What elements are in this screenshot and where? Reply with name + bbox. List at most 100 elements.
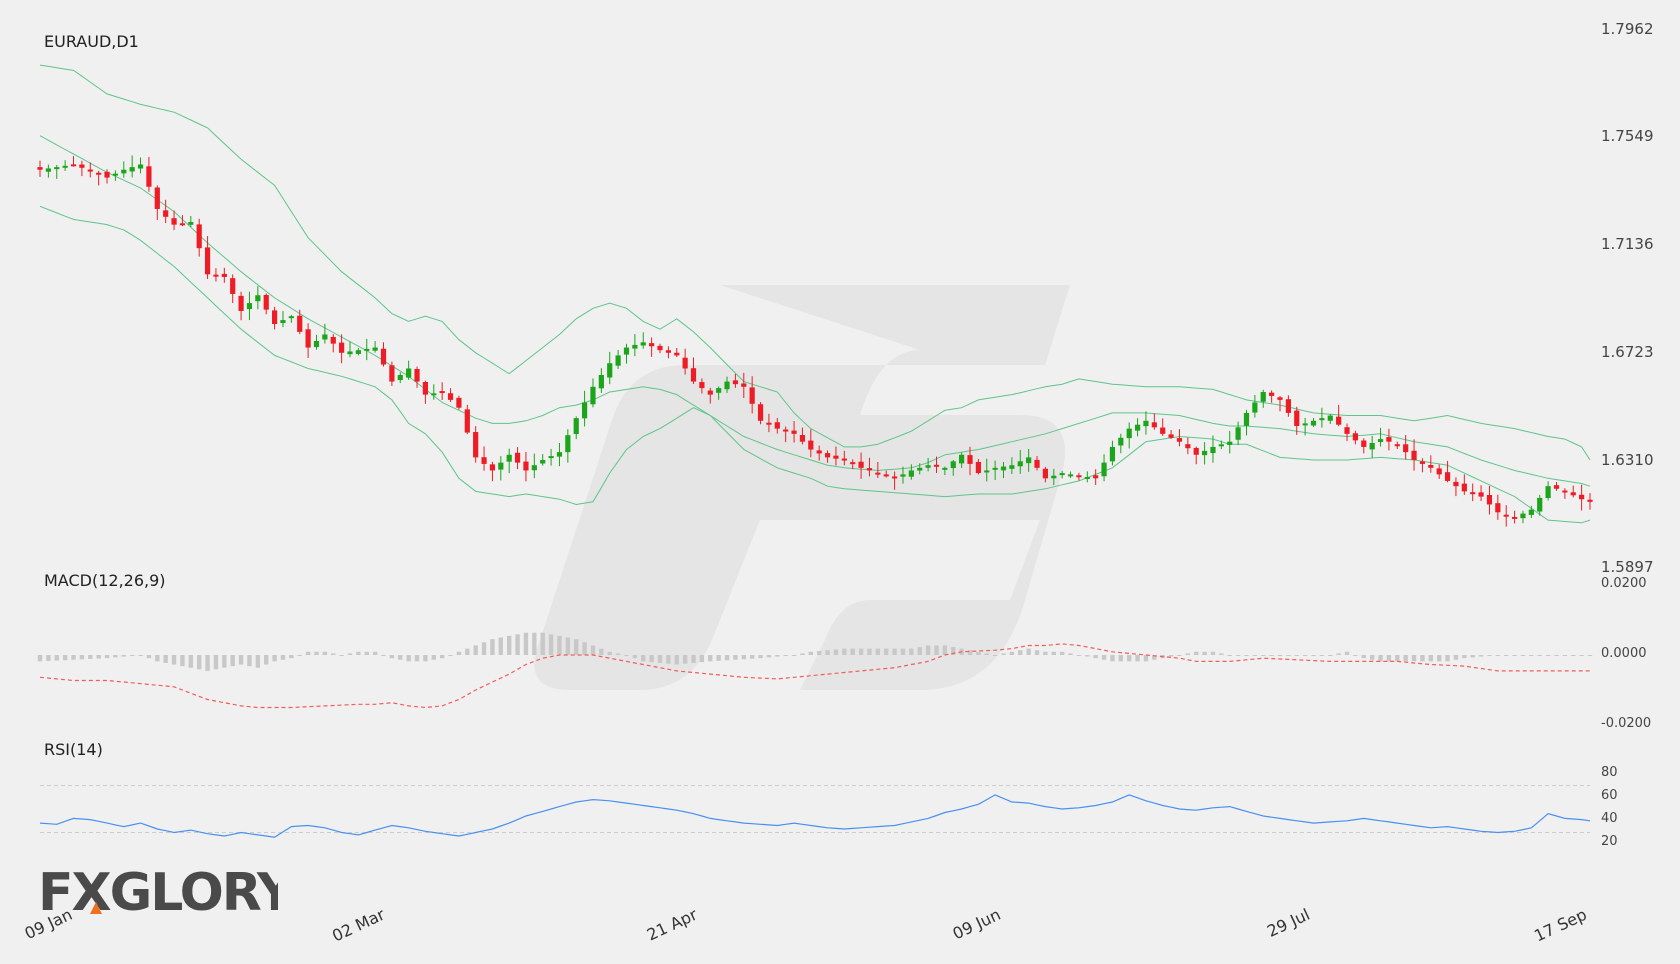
candle-body [121,169,127,174]
macd-histogram-bar [1537,655,1542,656]
candle-body [757,404,764,421]
candle-body [1067,474,1074,477]
macd-histogram-bar [1261,655,1266,656]
candle-body [1503,514,1509,517]
macd-histogram-bar [473,645,478,655]
candle-body [623,347,630,355]
candle-body [464,409,470,433]
candle-body [1553,485,1560,489]
svg-text:FXGLORY: FXGLORY [38,863,278,922]
macd-histogram-bar [984,653,989,655]
macd-histogram-bar [1579,655,1584,656]
macd-histogram-bar [1009,651,1015,655]
macd-histogram-bar [423,655,428,662]
candle-body [1227,441,1233,445]
candle-body [37,167,43,170]
candle-body [783,429,789,432]
macd-histogram-bar [976,651,981,655]
macd-histogram-bar [1336,653,1341,655]
macd-histogram-bar [1101,655,1107,660]
macd-histogram-bar [682,655,688,664]
candle-body [1185,444,1191,449]
macd-histogram-bar [1495,655,1501,656]
candle-body [1302,423,1308,426]
candle-body [607,363,613,378]
candle-body [824,453,831,458]
candle-body [883,474,889,477]
macd-histogram-bar [674,655,679,665]
candle-body [732,380,739,385]
main-chart-title: EURAUD,D1 [44,32,139,51]
macd-histogram-bar [666,655,671,664]
chart-root: EURAUD,D1 MACD(12,26,9) RSI(14) 1.7962 1… [0,0,1680,960]
macd-histogram-bar [1395,655,1400,662]
candle-body [79,164,85,168]
macd-histogram-bar [925,645,931,655]
macd-histogram-bar [1504,655,1509,656]
macd-histogram-bar [749,655,755,659]
macd-histogram-bar [1462,655,1467,659]
candle-body [749,387,755,404]
candle-body [1218,444,1224,447]
candle-body [1093,475,1099,479]
macd-histogram-bar [289,655,294,659]
candle-body [1034,459,1040,468]
candle-body [523,461,529,471]
fxglory-logo: FXGLORY [38,862,298,932]
macd-histogram-bar [1051,651,1056,655]
macd-histogram-bar [1210,651,1216,655]
candle-body [1528,509,1534,515]
watermark-shape [534,285,1070,690]
candle-body [1562,490,1568,493]
candle-body [1026,457,1032,464]
macd-histogram-bar [1068,653,1073,655]
macd-histogram-bar [146,655,152,659]
macd-histogram-bar [758,655,763,659]
macd-histogram-bar [322,651,328,655]
macd-histogram-bar [724,655,730,661]
macd-histogram-bar [1386,655,1392,662]
price-tick: 1.7136 [1601,235,1654,253]
macd-histogram-bar [1319,655,1325,656]
candle-body [481,457,487,464]
candle-body [590,386,596,405]
candle-body [1570,492,1576,496]
candle-body [1352,433,1359,441]
candle-body [1394,444,1400,447]
candle-body [163,210,169,217]
macd-histogram-bar [406,655,411,662]
macd-histogram-bar [1487,655,1492,656]
macd-histogram-bar [398,655,403,660]
macd-histogram-bar [314,651,319,655]
candle-body [1168,434,1174,438]
macd-histogram-bar [1118,655,1124,662]
candle-body [640,342,646,346]
candle-body [372,347,378,351]
candle-body [129,167,135,172]
macd-histogram-bar [615,653,621,655]
macd-histogram-bar [733,655,738,660]
macd-histogram-bar [816,651,822,655]
price-tick: 1.7962 [1601,20,1654,38]
macd-histogram-bar [1001,653,1006,655]
candle-body [816,450,822,454]
macd-histogram-bar [1328,655,1333,656]
candle-body [104,171,110,178]
macd-histogram-bar [1135,655,1140,662]
candle-body [866,468,873,471]
candle-body [699,382,705,389]
candle-body [54,167,60,170]
macd-histogram-bar [1529,655,1534,656]
macd-histogram-bar [389,655,395,659]
macd-histogram-bar [129,655,135,656]
candle-body [1579,494,1585,500]
candle-body [1444,472,1451,481]
candle-body [1545,486,1551,498]
candle-body [1470,492,1476,495]
candle-body [1386,437,1392,442]
candle-body [112,173,119,176]
candle-body [330,336,336,344]
macd-histogram-bar [1076,655,1082,656]
candle-body [540,460,546,464]
candle-body [1252,402,1258,413]
